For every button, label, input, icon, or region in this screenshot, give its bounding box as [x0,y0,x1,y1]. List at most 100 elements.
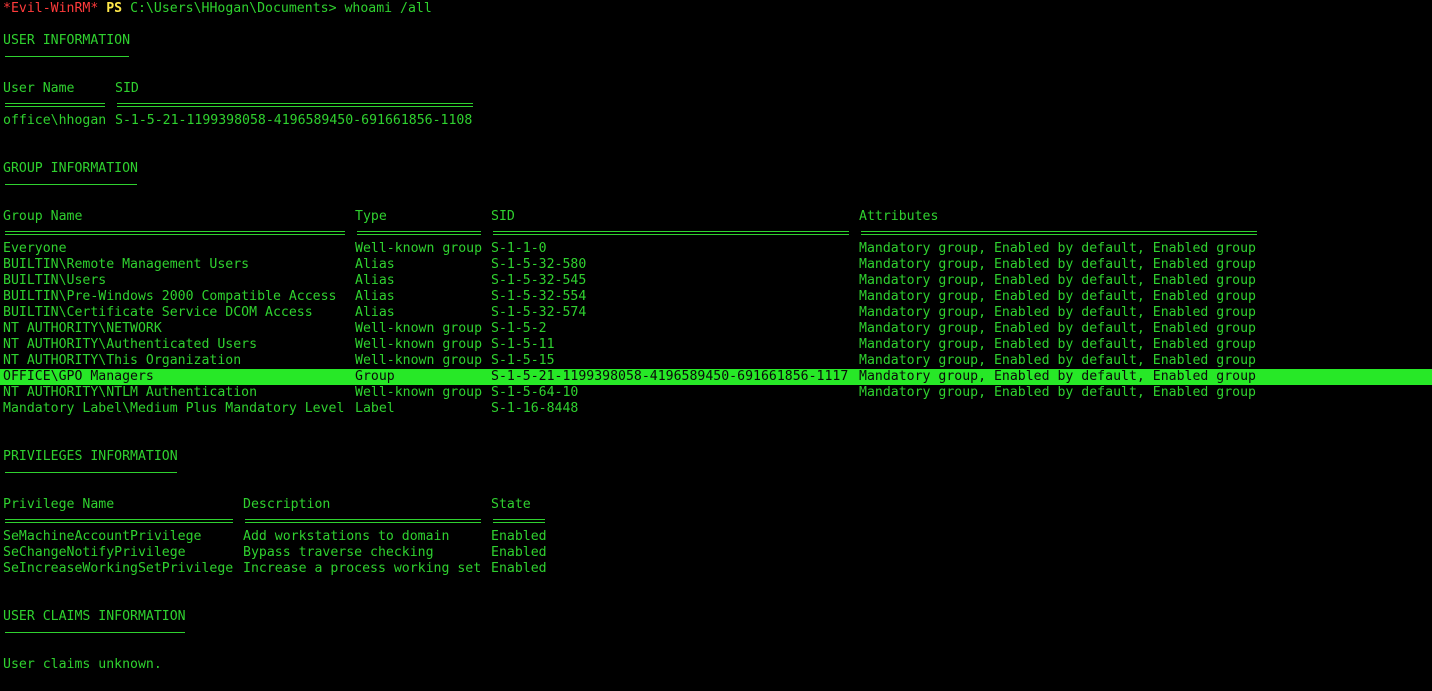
table-row: SeChangeNotifyPrivilege Bypass traverse c… [3,545,1432,561]
group-attributes-cell: Mandatory group, Enabled by default, Ena… [859,369,1256,384]
group-type-cell: Alias [355,305,395,320]
group-name-cell: OFFICE\GPO Managers [3,369,154,384]
group-type-cell: Alias [355,273,395,288]
table-row: Mandatory Label\Medium Plus Mandatory Le… [3,401,1432,417]
privileges-table-header: Privilege Name Description State [3,497,1432,513]
table-row: SeIncreaseWorkingSetPrivilege Increase a … [3,561,1432,577]
column-header: Type [355,209,387,224]
group-name-cell: BUILTIN\Certificate Service DCOM Access [3,305,313,320]
user-info-heading: USER INFORMATION [3,33,1432,49]
group-attributes-cell: Mandatory group, Enabled by default, Ena… [859,273,1256,288]
privileges-table-body: SeMachineAccountPrivilege Add workstation… [3,529,1432,577]
group-table-body: Everyone Well-known group S-1-1-0 Mandatory… [0,241,1432,417]
group-name-cell: NT AUTHORITY\Authenticated Users [3,337,258,352]
privilege-name-cell: SeChangeNotifyPrivilege [3,545,186,560]
column-header: Group Name [3,209,83,224]
column-header: Description [243,497,331,512]
column-header: Attributes [859,209,939,224]
heading-underline [3,625,1432,641]
section-heading: USER INFORMATION [3,33,131,48]
privilege-state-cell: Enabled [491,529,547,544]
table-row: BUILTIN\Pre-Windows 2000 Compatible Acce… [3,289,1432,305]
group-attributes-cell: Mandatory group, Enabled by default, Ena… [859,241,1256,256]
table-row: BUILTIN\Remote Management Users Alias S-1-… [3,257,1432,273]
privilege-description-cell: Add workstations to domain [243,529,450,544]
section-heading: PRIVILEGES INFORMATION [3,449,178,464]
heading-underline [3,49,1432,65]
group-type-cell: Label [355,401,395,416]
command-text: whoami /all [344,1,432,16]
claims-text: User claims unknown. [3,657,162,672]
column-header: User Name [3,81,75,96]
privilege-state-cell: Enabled [491,561,547,576]
group-type-cell: Alias [355,257,395,272]
group-sid-cell: S-1-16-8448 [491,401,579,416]
ps-tag: PS [106,1,123,16]
group-sid-cell: S-1-5-21-1199398058-4196589450-691661856… [491,369,849,384]
group-name-cell: NT AUTHORITY\NETWORK [3,321,162,336]
group-sid-cell: S-1-5-15 [491,353,555,368]
privilege-state-cell: Enabled [491,545,547,560]
group-attributes-cell: Mandatory group, Enabled by default, Ena… [859,321,1256,336]
column-header: State [491,497,531,512]
prompt-path: C:\Users\HHogan\Documents> [130,1,337,16]
group-sid-cell: S-1-5-11 [491,337,555,352]
group-sid-cell: S-1-5-32-574 [491,305,587,320]
group-table-header: Group Name Type SID Attributes [3,209,1432,225]
group-sid-cell: S-1-1-0 [491,241,547,256]
group-name-cell: NT AUTHORITY\This Organization [3,353,242,368]
privilege-description-cell: Bypass traverse checking [243,545,434,560]
group-name-cell: BUILTIN\Users [3,273,107,288]
heading-underline [3,465,1432,481]
table-header-rule [3,225,1432,241]
column-header: SID [491,209,515,224]
shell-tag: *Evil-WinRM* [3,1,99,16]
prompt-line: *Evil-WinRM* PS C:\Users\HHogan\Document… [3,1,1432,17]
section-heading: USER CLAIMS INFORMATION [3,609,186,624]
privilege-name-cell: SeIncreaseWorkingSetPrivilege [3,561,234,576]
group-attributes-cell: Mandatory group, Enabled by default, Ena… [859,385,1256,400]
user-table-header: User Name SID [3,81,1432,97]
group-type-cell: Well-known group [355,241,483,256]
section-heading: GROUP INFORMATION [3,161,138,176]
table-row: NT AUTHORITY\NTLM Authentication Well-kno… [3,385,1432,401]
table-row: NT AUTHORITY\NETWORK Well-known group S-1-… [3,321,1432,337]
group-sid-cell: S-1-5-32-545 [491,273,587,288]
table-row: NT AUTHORITY\Authenticated Users Well-kno… [3,337,1432,353]
table-header-rule [3,513,1432,529]
group-type-cell: Well-known group [355,337,483,352]
column-header: SID [115,81,139,96]
group-sid-cell: S-1-5-64-10 [491,385,579,400]
claims-message: User claims unknown. [3,657,1432,673]
group-attributes-cell: Mandatory group, Enabled by default, Ena… [859,289,1256,304]
group-type-cell: Well-known group [355,353,483,368]
column-header: Privilege Name [3,497,115,512]
group-type-cell: Well-known group [355,321,483,336]
group-attributes-cell: Mandatory group, Enabled by default, Ena… [859,257,1256,272]
group-sid-cell: S-1-5-32-554 [491,289,587,304]
table-row: NT AUTHORITY\This Organization Well-known… [3,353,1432,369]
group-attributes-cell: Mandatory group, Enabled by default, Ena… [859,305,1256,320]
terminal-window[interactable]: *Evil-WinRM* PS C:\Users\HHogan\Document… [0,1,1432,673]
group-type-cell: Group [355,369,395,384]
group-info-heading: GROUP INFORMATION [3,161,1432,177]
user-name-cell: office\hhogan [3,113,107,128]
group-type-cell: Well-known group [355,385,483,400]
claims-info-heading: USER CLAIMS INFORMATION [3,609,1432,625]
table-header-rule [3,97,1432,113]
group-name-cell: Everyone [3,241,67,256]
group-type-cell: Alias [355,289,395,304]
heading-underline [3,177,1432,193]
table-row: office\hhogan S-1-5-21-1199398058-419658… [3,113,1432,129]
privilege-name-cell: SeMachineAccountPrivilege [3,529,202,544]
table-row: Everyone Well-known group S-1-1-0 Mandatory… [3,241,1432,257]
